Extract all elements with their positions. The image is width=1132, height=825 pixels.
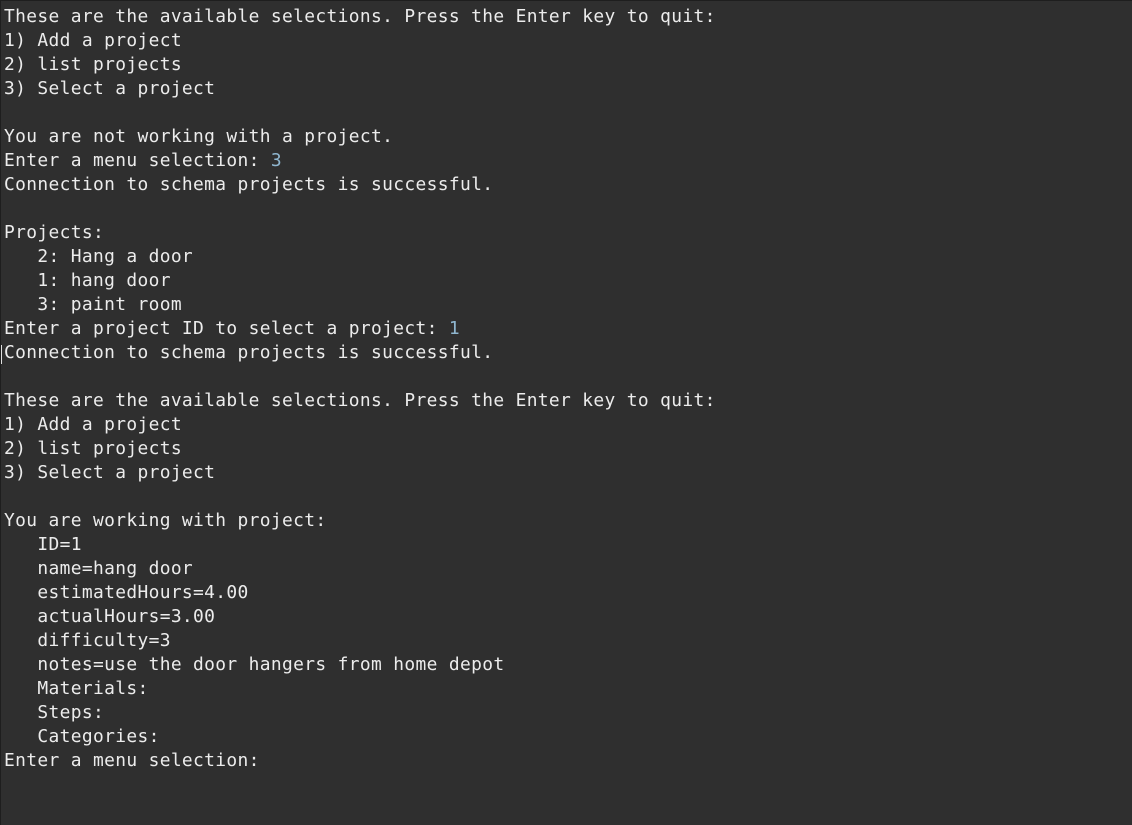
line-text: 1) Add a project bbox=[4, 414, 182, 435]
line-text: 2: Hang a door bbox=[4, 246, 194, 267]
line-text: Categories: bbox=[4, 726, 160, 747]
console-line: These are the available selections. Pres… bbox=[4, 389, 716, 413]
console-line: Projects: bbox=[4, 221, 716, 245]
line-text: 3) Select a project bbox=[4, 462, 216, 483]
line-text: Connection to schema projects is success… bbox=[4, 342, 494, 363]
line-text: 3) Select a project bbox=[4, 78, 216, 99]
console-line: Connection to schema projects is success… bbox=[4, 341, 716, 365]
line-text: 3: paint room bbox=[4, 294, 182, 315]
text-cursor bbox=[1, 345, 2, 364]
console-line: 2: Hang a door bbox=[4, 245, 716, 269]
line-text: Enter a menu selection: bbox=[4, 750, 271, 771]
line-text: difficulty=3 bbox=[4, 630, 171, 651]
console-line: name=hang door bbox=[4, 557, 716, 581]
console-line: 1) Add a project bbox=[4, 413, 716, 437]
console-line: Categories: bbox=[4, 725, 716, 749]
line-text: actualHours=3.00 bbox=[4, 606, 216, 627]
user-input: 3 bbox=[270, 150, 283, 171]
console-line: 1: hang door bbox=[4, 269, 716, 293]
console-prompt-line[interactable]: Enter a menu selection: bbox=[4, 749, 716, 773]
line-text: Steps: bbox=[4, 702, 105, 723]
line-text: Enter a menu selection: bbox=[4, 150, 271, 171]
line-text: You are working with project: bbox=[4, 510, 327, 531]
console-line: 3) Select a project bbox=[4, 77, 716, 101]
line-text: Projects: bbox=[4, 222, 105, 243]
console-line: notes=use the door hangers from home dep… bbox=[4, 653, 716, 677]
line-text: You are not working with a project. bbox=[4, 126, 394, 147]
console-line: ID=1 bbox=[4, 533, 716, 557]
console-line: 1) Add a project bbox=[4, 29, 716, 53]
line-text: Connection to schema projects is success… bbox=[4, 174, 494, 195]
line-text: notes=use the door hangers from home dep… bbox=[4, 654, 505, 675]
console-line: 3) Select a project bbox=[4, 461, 716, 485]
console-lines: These are the available selections. Pres… bbox=[4, 5, 716, 773]
line-text: 2) list projects bbox=[4, 54, 182, 75]
line-text: These are the available selections. Pres… bbox=[4, 390, 716, 411]
console-line: 2) list projects bbox=[4, 437, 716, 461]
console-output[interactable]: These are the available selections. Pres… bbox=[0, 0, 1132, 825]
line-text: Materials: bbox=[4, 678, 149, 699]
line-text: These are the available selections. Pres… bbox=[4, 6, 716, 27]
console-line: These are the available selections. Pres… bbox=[4, 5, 716, 29]
user-input: 1 bbox=[448, 318, 460, 339]
line-text: 1: hang door bbox=[4, 270, 171, 291]
console-line: Enter a menu selection: 3 bbox=[4, 149, 716, 173]
line-text: estimatedHours=4.00 bbox=[4, 582, 249, 603]
console-line: estimatedHours=4.00 bbox=[4, 581, 716, 605]
console-line: 2) list projects bbox=[4, 53, 716, 77]
console-line: You are not working with a project. bbox=[4, 125, 716, 149]
console-line: difficulty=3 bbox=[4, 629, 716, 653]
line-text: 1) Add a project bbox=[4, 30, 182, 51]
console-line: Materials: bbox=[4, 677, 716, 701]
line-text: name=hang door bbox=[4, 558, 194, 579]
console-line: Enter a project ID to select a project: … bbox=[4, 317, 716, 341]
console-line: Connection to schema projects is success… bbox=[4, 173, 716, 197]
console-line: actualHours=3.00 bbox=[4, 605, 716, 629]
line-text: 2) list projects bbox=[4, 438, 182, 459]
console-line: Steps: bbox=[4, 701, 716, 725]
console-line: 3: paint room bbox=[4, 293, 716, 317]
line-text: Enter a project ID to select a project: bbox=[4, 318, 449, 339]
line-text: ID=1 bbox=[4, 534, 82, 555]
console-line: You are working with project: bbox=[4, 509, 716, 533]
